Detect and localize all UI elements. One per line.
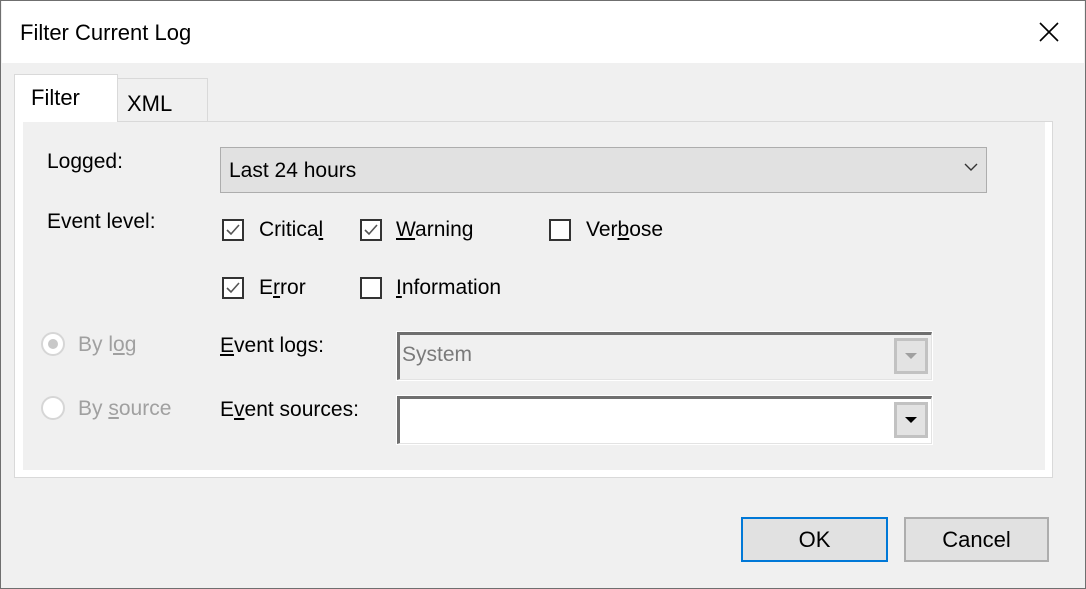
by-log-label[interactable]: By log (78, 333, 136, 357)
checkmark-icon (226, 224, 240, 236)
checkmark-icon (364, 224, 378, 236)
title-bar: Filter Current Log (2, 1, 1084, 63)
cancel-button-label: Cancel (942, 526, 1011, 552)
checkmark-icon (226, 282, 240, 294)
error-checkbox[interactable] (222, 277, 244, 299)
close-icon (1039, 22, 1059, 42)
event-logs-dropdown[interactable]: System (396, 331, 933, 381)
logged-dropdown-value: Last 24 hours (229, 159, 357, 182)
warning-checkbox[interactable] (360, 219, 382, 241)
critical-checkbox[interactable] (222, 219, 244, 241)
ok-button[interactable]: OK (741, 517, 888, 562)
verbose-checkbox[interactable] (549, 219, 571, 241)
event-sources-label: Event sources: (220, 398, 359, 421)
chevron-down-icon (964, 163, 978, 171)
tab-filter-label: Filter (31, 85, 80, 110)
tab-xml[interactable]: XML (117, 78, 208, 122)
warning-label[interactable]: Warning (396, 218, 473, 242)
triangle-down-icon (905, 417, 917, 423)
event-logs-label: Event logs: (220, 334, 324, 357)
event-logs-value: System (402, 343, 473, 366)
logged-label: Logged: (47, 150, 123, 173)
cancel-button[interactable]: Cancel (904, 517, 1049, 562)
error-label[interactable]: Error (259, 276, 306, 300)
by-log-radio[interactable] (41, 332, 65, 356)
event-sources-dropdown[interactable] (396, 395, 933, 445)
information-checkbox[interactable] (360, 277, 382, 299)
event-logs-dropdown-button[interactable] (894, 338, 928, 374)
close-button[interactable] (1014, 1, 1084, 63)
ok-button-label: OK (798, 526, 831, 552)
triangle-down-icon (905, 353, 917, 359)
verbose-label[interactable]: Verbose (586, 218, 663, 242)
dialog-title: Filter Current Log (20, 20, 192, 45)
event-sources-dropdown-button[interactable] (894, 402, 928, 438)
tab-filter[interactable]: Filter (14, 74, 118, 122)
event-level-label: Event level: (47, 210, 156, 233)
by-source-label[interactable]: By source (78, 397, 171, 421)
radio-selected-dot (48, 339, 58, 349)
logged-dropdown[interactable]: Last 24 hours (220, 147, 987, 193)
critical-label[interactable]: Critical (259, 218, 323, 242)
information-label[interactable]: Information (396, 276, 501, 300)
tab-xml-label: XML (127, 91, 173, 116)
by-source-radio[interactable] (41, 396, 65, 420)
